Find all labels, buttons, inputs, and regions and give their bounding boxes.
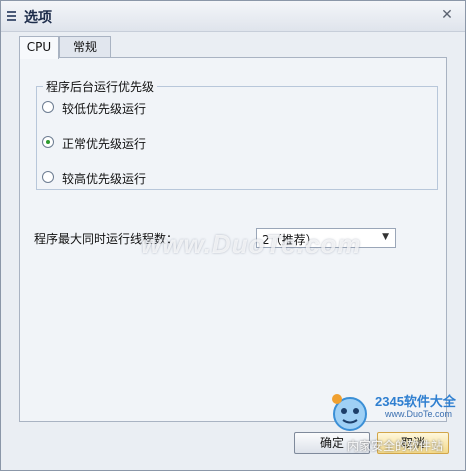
mascot-icon: [332, 394, 367, 431]
tab-cpu[interactable]: CPU: [19, 36, 59, 59]
tab-general[interactable]: 常规: [59, 36, 111, 58]
title-bar[interactable]: 选项 ✕: [1, 1, 465, 32]
radio-label-high: 较高优先级运行: [62, 172, 147, 186]
site-logo-watermark: 2345软件大全 www.DuoTe.com 内家安全的软件站: [327, 389, 466, 459]
logo-tagline: 内家安全的软件站: [347, 439, 444, 453]
dialog-title: 选项: [24, 10, 52, 26]
radio-button[interactable]: [42, 101, 54, 113]
menu-grip-icon: [7, 11, 16, 21]
logo-site: www.DuoTe.com: [385, 409, 453, 419]
priority-group-legend: 程序后台运行优先级: [43, 78, 158, 95]
radio-button[interactable]: [42, 171, 54, 183]
radio-button-checked[interactable]: [42, 136, 54, 148]
logo-brand: 2345软件大全: [375, 394, 456, 409]
watermark-text: www.DuoTe.com: [141, 229, 362, 259]
radio-label-low: 较低优先级运行: [62, 102, 147, 116]
close-icon[interactable]: ✕: [439, 7, 455, 23]
priority-group: 程序后台运行优先级 较低优先级运行 正常优先级运行 较高优先级运行: [36, 78, 438, 190]
options-dialog: 选项 ✕ CPU 常规 程序后台运行优先级 较低优先级运行 正常优先级运行 较高…: [0, 0, 466, 471]
chevron-down-icon[interactable]: ▼: [382, 232, 389, 242]
radio-label-normal: 正常优先级运行: [62, 137, 147, 151]
